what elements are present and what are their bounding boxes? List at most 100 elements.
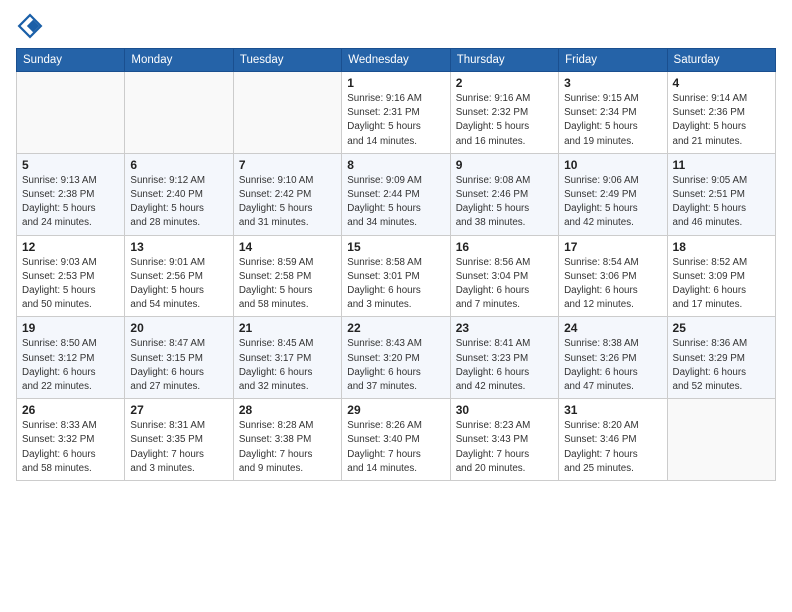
calendar-cell <box>17 72 125 154</box>
day-number: 13 <box>130 240 227 254</box>
day-info: Sunrise: 8:45 AM Sunset: 3:17 PM Dayligh… <box>239 337 336 394</box>
calendar-cell: 13 Sunrise: 9:01 AM Sunset: 2:56 PM Dayli… <box>125 235 233 317</box>
weekday-header-cell: Sunday <box>17 49 125 72</box>
calendar-cell: 25 Sunrise: 8:36 AM Sunset: 3:29 PM Dayli… <box>667 317 775 399</box>
weekday-header-row: SundayMondayTuesdayWednesdayThursdayFrid… <box>17 49 776 72</box>
day-info: Sunrise: 9:09 AM Sunset: 2:44 PM Dayligh… <box>347 174 444 231</box>
calendar-cell: 21 Sunrise: 8:45 AM Sunset: 3:17 PM Dayli… <box>233 317 341 399</box>
weekday-header-cell: Saturday <box>667 49 775 72</box>
calendar-cell <box>233 72 341 154</box>
calendar-cell: 20 Sunrise: 8:47 AM Sunset: 3:15 PM Dayli… <box>125 317 233 399</box>
day-number: 9 <box>456 158 553 172</box>
calendar: SundayMondayTuesdayWednesdayThursdayFrid… <box>16 48 776 481</box>
calendar-week-row: 1 Sunrise: 9:16 AM Sunset: 2:31 PM Daylig… <box>17 72 776 154</box>
day-info: Sunrise: 8:52 AM Sunset: 3:09 PM Dayligh… <box>673 256 770 313</box>
calendar-week-row: 26Sunrise: 8:33 AM Sunset: 3:32 PM Dayli… <box>17 399 776 481</box>
calendar-cell: 17Sunrise: 8:54 AM Sunset: 3:06 PM Dayli… <box>559 235 667 317</box>
day-info: Sunrise: 8:50 AM Sunset: 3:12 PM Dayligh… <box>22 337 119 394</box>
calendar-cell: 2 Sunrise: 9:16 AM Sunset: 2:32 PM Daylig… <box>450 72 558 154</box>
day-info: Sunrise: 8:59 AM Sunset: 2:58 PM Dayligh… <box>239 256 336 313</box>
day-info: Sunrise: 8:47 AM Sunset: 3:15 PM Dayligh… <box>130 337 227 394</box>
calendar-cell <box>667 399 775 481</box>
calendar-cell: 9 Sunrise: 9:08 AM Sunset: 2:46 PM Daylig… <box>450 153 558 235</box>
day-info: Sunrise: 8:43 AM Sunset: 3:20 PM Dayligh… <box>347 337 444 394</box>
day-info: Sunrise: 9:14 AM Sunset: 2:36 PM Dayligh… <box>673 92 770 149</box>
calendar-cell: 26Sunrise: 8:33 AM Sunset: 3:32 PM Dayli… <box>17 399 125 481</box>
weekday-header-cell: Wednesday <box>342 49 450 72</box>
day-number: 29 <box>347 403 444 417</box>
day-number: 15 <box>347 240 444 254</box>
calendar-cell <box>125 72 233 154</box>
day-info: Sunrise: 8:56 AM Sunset: 3:04 PM Dayligh… <box>456 256 553 313</box>
day-number: 25 <box>673 321 770 335</box>
logo <box>16 12 48 40</box>
day-info: Sunrise: 8:41 AM Sunset: 3:23 PM Dayligh… <box>456 337 553 394</box>
day-info: Sunrise: 9:12 AM Sunset: 2:40 PM Dayligh… <box>130 174 227 231</box>
calendar-cell: 27 Sunrise: 8:31 AM Sunset: 3:35 PM Dayli… <box>125 399 233 481</box>
calendar-cell: 11 Sunrise: 9:05 AM Sunset: 2:51 PM Dayli… <box>667 153 775 235</box>
day-number: 28 <box>239 403 336 417</box>
calendar-cell: 8 Sunrise: 9:09 AM Sunset: 2:44 PM Daylig… <box>342 153 450 235</box>
calendar-cell: 15Sunrise: 8:58 AM Sunset: 3:01 PM Dayli… <box>342 235 450 317</box>
day-info: Sunrise: 9:10 AM Sunset: 2:42 PM Dayligh… <box>239 174 336 231</box>
calendar-cell: 6 Sunrise: 9:12 AM Sunset: 2:40 PM Daylig… <box>125 153 233 235</box>
day-info: Sunrise: 9:08 AM Sunset: 2:46 PM Dayligh… <box>456 174 553 231</box>
day-number: 4 <box>673 76 770 90</box>
day-info: Sunrise: 8:23 AM Sunset: 3:43 PM Dayligh… <box>456 419 553 476</box>
day-number: 21 <box>239 321 336 335</box>
day-number: 11 <box>673 158 770 172</box>
day-number: 18 <box>673 240 770 254</box>
day-info: Sunrise: 9:03 AM Sunset: 2:53 PM Dayligh… <box>22 256 119 313</box>
day-number: 2 <box>456 76 553 90</box>
day-info: Sunrise: 8:33 AM Sunset: 3:32 PM Dayligh… <box>22 419 119 476</box>
day-number: 10 <box>564 158 661 172</box>
day-number: 23 <box>456 321 553 335</box>
weekday-header-cell: Tuesday <box>233 49 341 72</box>
day-info: Sunrise: 9:01 AM Sunset: 2:56 PM Dayligh… <box>130 256 227 313</box>
calendar-cell: 28Sunrise: 8:28 AM Sunset: 3:38 PM Dayli… <box>233 399 341 481</box>
calendar-cell: 7 Sunrise: 9:10 AM Sunset: 2:42 PM Daylig… <box>233 153 341 235</box>
day-number: 31 <box>564 403 661 417</box>
day-number: 8 <box>347 158 444 172</box>
day-number: 7 <box>239 158 336 172</box>
day-number: 1 <box>347 76 444 90</box>
day-info: Sunrise: 8:54 AM Sunset: 3:06 PM Dayligh… <box>564 256 661 313</box>
day-number: 16 <box>456 240 553 254</box>
calendar-cell: 12 Sunrise: 9:03 AM Sunset: 2:53 PM Dayli… <box>17 235 125 317</box>
calendar-cell: 30Sunrise: 8:23 AM Sunset: 3:43 PM Dayli… <box>450 399 558 481</box>
day-number: 20 <box>130 321 227 335</box>
day-info: Sunrise: 8:36 AM Sunset: 3:29 PM Dayligh… <box>673 337 770 394</box>
calendar-cell: 29Sunrise: 8:26 AM Sunset: 3:40 PM Dayli… <box>342 399 450 481</box>
header <box>16 12 776 40</box>
calendar-cell: 4 Sunrise: 9:14 AM Sunset: 2:36 PM Daylig… <box>667 72 775 154</box>
calendar-cell: 1 Sunrise: 9:16 AM Sunset: 2:31 PM Daylig… <box>342 72 450 154</box>
calendar-cell: 31 Sunrise: 8:20 AM Sunset: 3:46 PM Dayli… <box>559 399 667 481</box>
day-info: Sunrise: 8:38 AM Sunset: 3:26 PM Dayligh… <box>564 337 661 394</box>
day-number: 12 <box>22 240 119 254</box>
weekday-header-cell: Monday <box>125 49 233 72</box>
calendar-cell: 5 Sunrise: 9:13 AM Sunset: 2:38 PM Daylig… <box>17 153 125 235</box>
day-number: 6 <box>130 158 227 172</box>
calendar-cell: 22Sunrise: 8:43 AM Sunset: 3:20 PM Dayli… <box>342 317 450 399</box>
day-number: 24 <box>564 321 661 335</box>
calendar-cell: 19 Sunrise: 8:50 AM Sunset: 3:12 PM Dayli… <box>17 317 125 399</box>
day-info: Sunrise: 9:16 AM Sunset: 2:31 PM Dayligh… <box>347 92 444 149</box>
weekday-header-cell: Thursday <box>450 49 558 72</box>
day-info: Sunrise: 8:20 AM Sunset: 3:46 PM Dayligh… <box>564 419 661 476</box>
calendar-cell: 14Sunrise: 8:59 AM Sunset: 2:58 PM Dayli… <box>233 235 341 317</box>
day-info: Sunrise: 9:13 AM Sunset: 2:38 PM Dayligh… <box>22 174 119 231</box>
day-info: Sunrise: 8:31 AM Sunset: 3:35 PM Dayligh… <box>130 419 227 476</box>
calendar-week-row: 5 Sunrise: 9:13 AM Sunset: 2:38 PM Daylig… <box>17 153 776 235</box>
calendar-cell: 24 Sunrise: 8:38 AM Sunset: 3:26 PM Dayli… <box>559 317 667 399</box>
logo-icon <box>16 12 44 40</box>
day-number: 27 <box>130 403 227 417</box>
day-info: Sunrise: 9:06 AM Sunset: 2:49 PM Dayligh… <box>564 174 661 231</box>
calendar-cell: 10 Sunrise: 9:06 AM Sunset: 2:49 PM Dayli… <box>559 153 667 235</box>
day-number: 3 <box>564 76 661 90</box>
day-number: 19 <box>22 321 119 335</box>
day-info: Sunrise: 9:05 AM Sunset: 2:51 PM Dayligh… <box>673 174 770 231</box>
day-info: Sunrise: 9:15 AM Sunset: 2:34 PM Dayligh… <box>564 92 661 149</box>
day-info: Sunrise: 9:16 AM Sunset: 2:32 PM Dayligh… <box>456 92 553 149</box>
calendar-cell: 16 Sunrise: 8:56 AM Sunset: 3:04 PM Dayli… <box>450 235 558 317</box>
day-number: 5 <box>22 158 119 172</box>
